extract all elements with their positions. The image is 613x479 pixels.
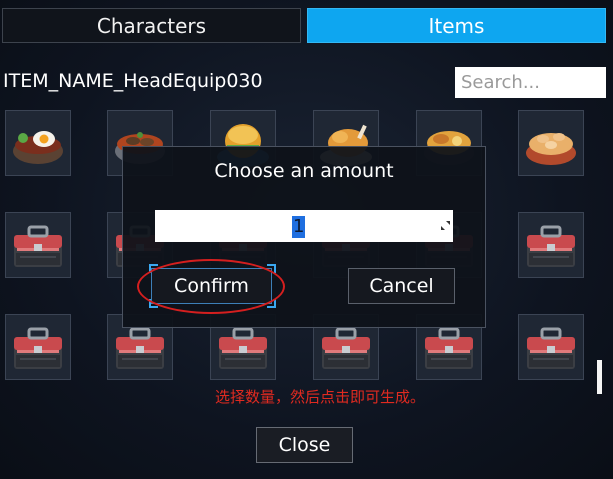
toolbox-icon	[527, 225, 575, 267]
item-slot[interactable]	[518, 314, 584, 380]
toolbox-icon	[527, 327, 575, 369]
close-button[interactable]: Close	[256, 427, 353, 463]
resize-handle-icon	[441, 221, 450, 230]
item-slot[interactable]	[5, 314, 71, 380]
item-slot[interactable]	[5, 212, 71, 278]
annotation-text: 选择数量，然后点击即可生成。	[214, 388, 425, 406]
tab-characters[interactable]: Characters	[2, 8, 301, 43]
toolbox-icon	[14, 225, 62, 267]
search-input[interactable]	[455, 67, 606, 98]
dialog-title: Choose an amount	[214, 160, 394, 182]
item-slot[interactable]	[518, 110, 584, 176]
cancel-button[interactable]: Cancel	[348, 268, 455, 304]
item-name-label: ITEM_NAME_HeadEquip030	[3, 70, 263, 92]
amount-value: 1	[292, 216, 306, 238]
tab-items[interactable]: Items	[307, 8, 606, 43]
item-slot[interactable]	[5, 110, 71, 176]
highlight-circle	[137, 259, 285, 314]
shrimp-bowl-icon	[526, 133, 576, 165]
rice-bowl-icon	[13, 131, 63, 164]
toolbox-icon	[14, 327, 62, 369]
amount-input[interactable]: 1	[155, 210, 453, 242]
item-slot[interactable]	[518, 212, 584, 278]
